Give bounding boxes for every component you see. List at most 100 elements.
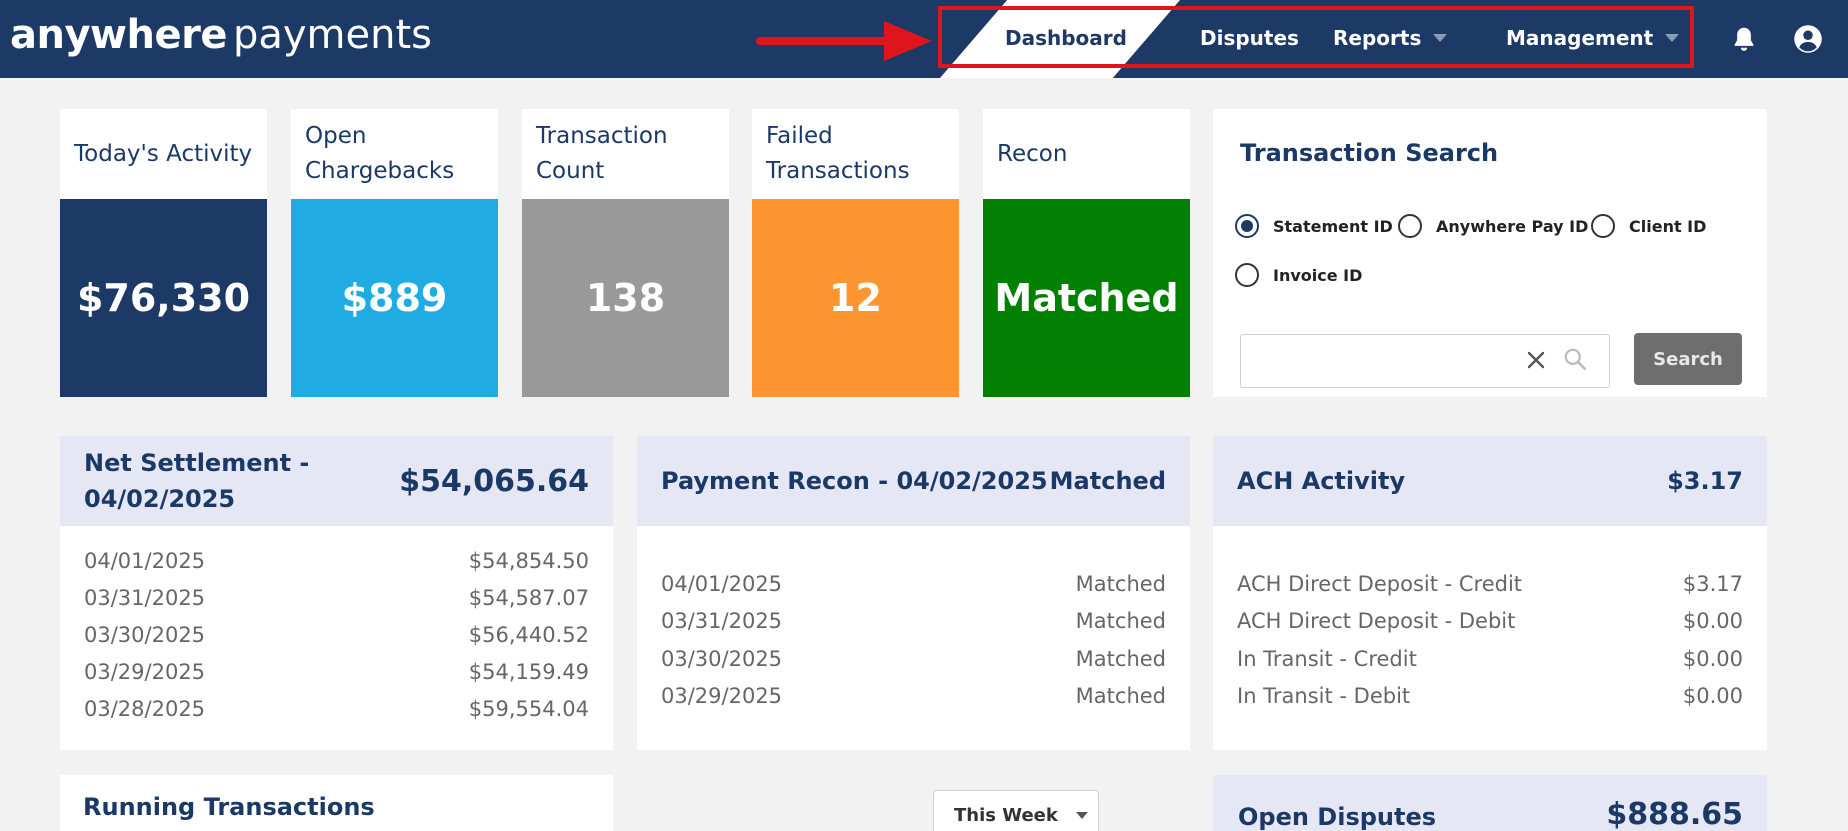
tile-title: Transaction Count	[536, 123, 668, 184]
row-date: 03/29/2025	[84, 659, 206, 684]
tile-value: $76,330	[60, 199, 267, 397]
running-transactions-card: Running Transactions	[60, 775, 613, 831]
table-row: 03/30/2025 Matched	[661, 640, 1166, 677]
net-settlement-header[interactable]: Net Settlement - 04/02/2025 $54,065.64	[60, 436, 613, 526]
tile-value: 138	[522, 199, 729, 397]
radio-label: Anywhere Pay ID	[1436, 216, 1589, 236]
logo-light-text: payments	[232, 12, 432, 58]
radio-selected-icon	[1235, 214, 1259, 238]
radio-label: Invoice ID	[1273, 265, 1363, 285]
top-navigation-bar: anywhere payments Dashboard Disputes Repo…	[0, 0, 1848, 78]
row-amount: $59,554.04	[468, 696, 589, 721]
row-amount: $3.17	[1682, 571, 1743, 596]
row-amount: $56,440.52	[468, 622, 589, 647]
radio-unselected-icon	[1398, 214, 1422, 238]
ach-activity-header[interactable]: ACH Activity $3.17	[1213, 436, 1767, 526]
row-amount: $54,854.50	[468, 548, 589, 573]
row-date: 03/31/2025	[661, 608, 783, 633]
table-row: 03/29/2025 $54,159.49	[84, 653, 589, 690]
table-row: 04/01/2025 Matched	[661, 565, 1166, 602]
row-label: In Transit - Credit	[1237, 646, 1417, 671]
row-amount: $54,159.49	[468, 659, 589, 684]
transaction-search-title: Transaction Search	[1240, 139, 1499, 167]
ach-activity-card: ACH Activity $3.17 ACH Direct Deposit - …	[1213, 436, 1767, 750]
nav-disputes[interactable]: Disputes	[1200, 26, 1299, 50]
tile-transaction-count[interactable]: Transaction Count 138	[522, 109, 729, 397]
row-status: Matched	[1075, 571, 1166, 596]
nav-reports-label: Reports	[1333, 26, 1422, 50]
table-row: 03/30/2025 $56,440.52	[84, 616, 589, 653]
open-disputes-value: $888.65	[1606, 797, 1743, 831]
bell-icon[interactable]	[1729, 24, 1759, 54]
tile-title: Recon	[997, 140, 1068, 167]
table-row: ACH Direct Deposit - Credit $3.17	[1237, 565, 1743, 602]
red-arrow-annotation	[756, 21, 932, 61]
search-icon[interactable]	[1562, 346, 1588, 372]
close-icon[interactable]	[1524, 348, 1548, 372]
payment-recon-title: Payment Recon - 04/02/2025	[661, 467, 1048, 495]
net-settlement-value: $54,065.64	[399, 463, 589, 499]
radio-anywhere-pay-id[interactable]: Anywhere Pay ID	[1398, 214, 1588, 238]
user-icon[interactable]	[1793, 24, 1823, 54]
tile-todays-activity[interactable]: Today's Activity $76,330	[60, 109, 267, 397]
period-select-value: This Week	[954, 804, 1058, 826]
row-date: 03/29/2025	[661, 683, 783, 708]
table-row: 03/31/2025 $54,587.07	[84, 579, 589, 616]
tile-open-chargebacks[interactable]: Open Chargebacks $889	[291, 109, 498, 397]
net-settlement-title: Net Settlement - 04/02/2025	[84, 449, 310, 513]
tile-failed-transactions[interactable]: Failed Transactions 12	[752, 109, 959, 397]
ach-activity-title: ACH Activity	[1237, 467, 1406, 495]
row-label: In Transit - Debit	[1237, 683, 1411, 708]
period-select[interactable]: This Week	[933, 790, 1099, 831]
table-row: 03/28/2025 $59,554.04	[84, 690, 589, 727]
radio-label: Statement ID	[1273, 216, 1393, 236]
tile-title: Open Chargebacks	[305, 123, 455, 184]
row-label: ACH Direct Deposit - Credit	[1237, 571, 1523, 596]
row-amount: $0.00	[1682, 683, 1743, 708]
search-button[interactable]: Search	[1634, 333, 1742, 385]
table-row: 03/29/2025 Matched	[661, 677, 1166, 714]
tile-value: 12	[752, 199, 959, 397]
row-label: ACH Direct Deposit - Debit	[1237, 608, 1516, 633]
table-row: ACH Direct Deposit - Debit $0.00	[1237, 602, 1743, 639]
nav-management-label: Management	[1506, 26, 1654, 50]
logo-bold-text: anywhere	[10, 12, 227, 58]
chevron-down-icon	[1075, 811, 1088, 819]
nav-management[interactable]: Management	[1506, 26, 1680, 50]
payment-recon-header[interactable]: Payment Recon - 04/02/2025 Matched	[637, 436, 1190, 526]
row-date: 03/28/2025	[84, 696, 206, 721]
nav-reports[interactable]: Reports	[1333, 26, 1448, 50]
transaction-search-input[interactable]	[1240, 334, 1610, 388]
table-row: 04/01/2025 $54,854.50	[84, 542, 589, 579]
payment-recon-value: Matched	[1049, 467, 1166, 495]
row-date: 04/01/2025	[661, 571, 783, 596]
tile-title: Today's Activity	[74, 140, 253, 167]
radio-unselected-icon	[1591, 214, 1615, 238]
tile-recon[interactable]: Recon Matched	[983, 109, 1190, 397]
transaction-search-panel: Transaction Search Statement ID Anywhere…	[1213, 109, 1767, 397]
table-row: In Transit - Debit $0.00	[1237, 677, 1743, 714]
radio-client-id[interactable]: Client ID	[1591, 214, 1706, 238]
ach-activity-value: $3.17	[1667, 467, 1743, 495]
row-amount: $0.00	[1682, 646, 1743, 671]
radio-label: Client ID	[1629, 216, 1707, 236]
open-disputes-card[interactable]: Open Disputes $888.65	[1213, 775, 1767, 831]
row-date: 04/01/2025	[84, 548, 206, 573]
row-status: Matched	[1075, 646, 1166, 671]
running-transactions-title: Running Transactions	[83, 793, 375, 821]
table-row: In Transit - Credit $0.00	[1237, 640, 1743, 677]
anywhere-payments-logo[interactable]: anywhere payments	[10, 12, 432, 58]
row-date: 03/31/2025	[84, 585, 206, 610]
radio-invoice-id[interactable]: Invoice ID	[1235, 263, 1362, 287]
row-date: 03/30/2025	[661, 646, 783, 671]
chevron-down-icon	[1665, 33, 1680, 42]
radio-unselected-icon	[1235, 263, 1259, 287]
payment-recon-card: Payment Recon - 04/02/2025 Matched 04/01…	[637, 436, 1190, 750]
table-row: 03/31/2025 Matched	[661, 602, 1166, 639]
tile-value: $889	[291, 199, 498, 397]
row-status: Matched	[1075, 683, 1166, 708]
radio-statement-id[interactable]: Statement ID	[1235, 214, 1393, 238]
net-settlement-card: Net Settlement - 04/02/2025 $54,065.64 0…	[60, 436, 613, 750]
row-amount: $0.00	[1682, 608, 1743, 633]
nav-dashboard[interactable]: Dashboard	[1005, 26, 1127, 50]
